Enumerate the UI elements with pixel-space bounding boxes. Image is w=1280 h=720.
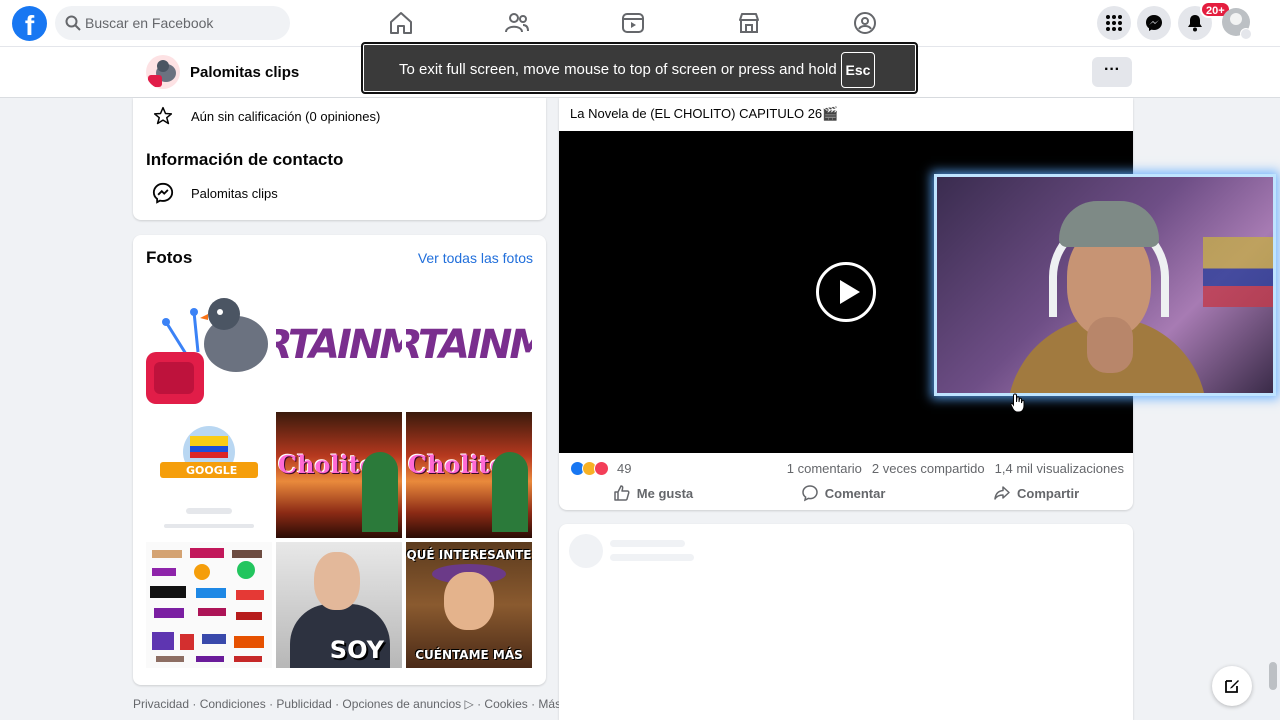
scrollbar-thumb[interactable] [1269, 662, 1277, 690]
contact-messenger-text[interactable]: Palomitas clips [191, 186, 278, 201]
fullscreen-exit-toast: To exit full screen, move mouse to top o… [361, 42, 918, 94]
chevron-down-icon[interactable] [1240, 28, 1252, 40]
loading-post-skeleton [559, 524, 1133, 720]
photo-thumbnail[interactable]: Cholito [406, 412, 532, 538]
like-button[interactable]: Me gusta [613, 481, 693, 505]
skeleton-line [610, 540, 685, 547]
new-message-button[interactable] [1212, 666, 1252, 706]
photo-thumbnail[interactable]: GOOGLE [146, 412, 272, 538]
photo-thumbnail[interactable]: SOY [276, 542, 402, 668]
friends-icon[interactable] [504, 10, 530, 36]
photo-text: RTAINM [276, 322, 402, 368]
post-stats: 49 1 comentario 2 veces compartido 1,4 m… [570, 461, 1124, 477]
page-avatar[interactable] [146, 55, 180, 89]
photos-card: Fotos Ver todas las fotos RTAINM RTAINM [133, 235, 546, 685]
home-icon[interactable] [388, 10, 414, 36]
search-icon [65, 15, 81, 31]
page-name[interactable]: Palomitas clips [190, 64, 299, 81]
photo-thumbnail[interactable]: RTAINM [406, 282, 532, 408]
post-actions: Me gusta Comentar Compartir [559, 481, 1133, 505]
messenger-icon [1146, 15, 1162, 31]
bell-icon [1188, 15, 1202, 32]
pigeon-tv-image [146, 298, 268, 404]
photo-text: SOY [329, 636, 384, 664]
see-all-photos-link[interactable]: Ver todas las fotos [418, 250, 533, 266]
photo-thumbnail[interactable] [146, 542, 272, 668]
hand-cursor-icon [1010, 393, 1025, 413]
skeleton-line [610, 554, 694, 561]
reaction-count[interactable]: 49 [617, 461, 631, 476]
rating-text: Aún sin calificación (0 opiniones) [191, 108, 381, 124]
esc-key-hint: Esc [841, 52, 875, 88]
webcam-overlay [934, 174, 1276, 396]
views-count: 1,4 mil visualizaciones [994, 461, 1124, 476]
share-button[interactable]: Compartir [993, 481, 1079, 505]
star-icon [153, 106, 173, 125]
pigeon-logo-icon [148, 60, 176, 87]
contact-info-heading: Información de contacto [146, 150, 344, 169]
skeleton-avatar [569, 534, 603, 568]
search-box[interactable] [55, 6, 290, 40]
grid-menu-icon [1106, 15, 1122, 31]
meme-top-text: QUÉ INTERESANTE [406, 548, 532, 562]
comments-count[interactable]: 1 comentario [787, 461, 862, 476]
toast-message: To exit full screen, move mouse to top o… [399, 61, 837, 78]
contact-row[interactable]: Palomitas clips [151, 182, 278, 204]
photos-heading: Fotos [146, 248, 193, 267]
share-label: Compartir [1017, 485, 1080, 501]
post-text: La Novela de (EL CHOLITO) CAPITULO 26🎬 [570, 106, 839, 121]
menu-button[interactable] [1097, 6, 1131, 40]
comment-icon [801, 485, 818, 502]
photos-grid: RTAINM RTAINM GOOGLE Cholito Cholito [146, 282, 533, 669]
share-icon [994, 486, 1010, 500]
photo-thumbnail[interactable] [146, 282, 272, 408]
photo-thumbnail[interactable]: Cholito [276, 412, 402, 538]
like-label: Me gusta [636, 485, 694, 501]
photo-text: GOOGLE [186, 464, 238, 477]
rating-row: Aún sin calificación (0 opiniones) [151, 106, 380, 126]
groups-icon[interactable] [852, 10, 878, 36]
comment-label: Comentar [824, 485, 886, 501]
photo-text: RTAINM [406, 322, 532, 368]
footer-links[interactable]: Privacidad · Condiciones · Publicidad · … [133, 697, 561, 711]
compose-icon [1225, 680, 1239, 693]
facebook-logo-icon[interactable]: f [12, 6, 47, 41]
marketplace-icon[interactable] [736, 10, 762, 36]
comment-button[interactable]: Comentar [801, 481, 886, 505]
top-navigation-bar: f 20+ [0, 0, 1280, 47]
page-info-card: Aún sin calificación (0 opiniones) Infor… [133, 98, 546, 220]
photo-thumbnail[interactable]: RTAINM [276, 282, 402, 408]
play-icon[interactable] [816, 262, 876, 322]
love-reaction-icon [594, 461, 609, 476]
messenger-button[interactable] [1137, 6, 1171, 40]
tv-logos-collage-image [150, 548, 264, 662]
search-input[interactable] [85, 6, 280, 40]
messenger-icon [152, 182, 174, 204]
shares-count[interactable]: 2 veces compartido [872, 461, 985, 476]
watch-video-icon[interactable] [620, 10, 646, 36]
reactions-summary[interactable] [570, 461, 609, 476]
photo-thumbnail[interactable]: QUÉ INTERESANTE CUÉNTAME MÁS [406, 542, 532, 668]
meme-bottom-text: CUÉNTAME MÁS [415, 648, 523, 662]
thumbs-up-icon [614, 485, 630, 501]
more-options-button[interactable]: ··· [1092, 57, 1132, 87]
